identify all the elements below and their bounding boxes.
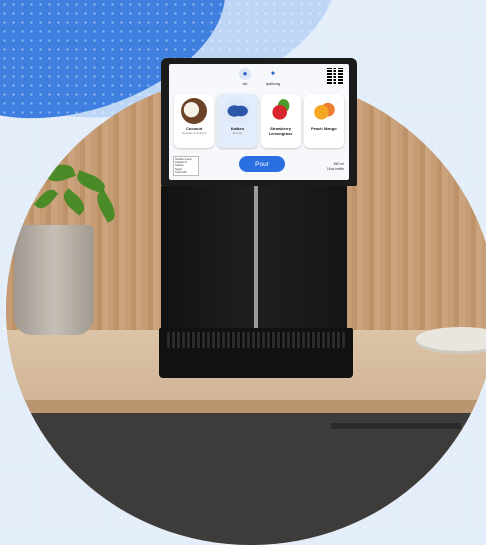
nav-label: ski xyxy=(242,81,248,86)
top-nav: ● ski ✦ Ipattung xyxy=(169,68,349,92)
drop-icon: ● xyxy=(239,68,251,80)
flavor-card-kalbeo[interactable]: Kalbeo Energy xyxy=(217,94,258,148)
cabinet xyxy=(6,413,486,545)
dispenser-machine: ● ski ✦ Ipattung Coconut Hydrate & Refre… xyxy=(159,58,357,378)
nutrition-panel: Nutrition Facts Calories 0 Sodium Sugar … xyxy=(173,156,199,176)
sparkle-icon: ✦ xyxy=(269,69,277,78)
pour-button[interactable]: Pour xyxy=(239,156,285,172)
card-title: Strawberry Lemongrass xyxy=(268,126,293,136)
seeds-icon xyxy=(224,98,251,124)
peach-icon xyxy=(310,98,337,124)
nav-label: Ipattung xyxy=(265,81,281,86)
flavor-cards: Coconut Hydrate & Refresh Kalbeo Energy … xyxy=(174,94,344,148)
card-subtitle: Energy xyxy=(232,131,243,135)
nav-button-ski[interactable]: ● ski xyxy=(235,68,255,92)
coconut-icon xyxy=(181,98,208,124)
qr-code-icon xyxy=(327,68,343,84)
card-subtitle: Hydrate & Refresh xyxy=(181,131,207,135)
countertop-edge xyxy=(6,400,486,414)
flavor-card-peach-mango[interactable]: Peach Mango xyxy=(303,94,344,148)
drip-tray xyxy=(159,328,353,378)
card-title: Peach Mango xyxy=(310,126,337,131)
strawberry-icon xyxy=(267,98,294,124)
volume-info: 450 ml 16oz bottle xyxy=(327,162,344,171)
plant-pot xyxy=(14,225,94,335)
cabinet-handle xyxy=(331,423,461,429)
volume-line: 16oz bottle xyxy=(326,166,344,171)
nav-button-ipattung[interactable]: ✦ Ipattung xyxy=(263,68,283,92)
touchscreen[interactable]: ● ski ✦ Ipattung Coconut Hydrate & Refre… xyxy=(169,64,349,180)
nutrition-line: Total Carb xyxy=(175,170,187,174)
screen-bezel: ● ski ✦ Ipattung Coconut Hydrate & Refre… xyxy=(161,58,357,186)
flavor-card-coconut[interactable]: Coconut Hydrate & Refresh xyxy=(174,94,215,148)
drip-grate xyxy=(167,332,345,348)
flavor-card-strawberry[interactable]: Strawberry Lemongrass xyxy=(260,94,301,148)
